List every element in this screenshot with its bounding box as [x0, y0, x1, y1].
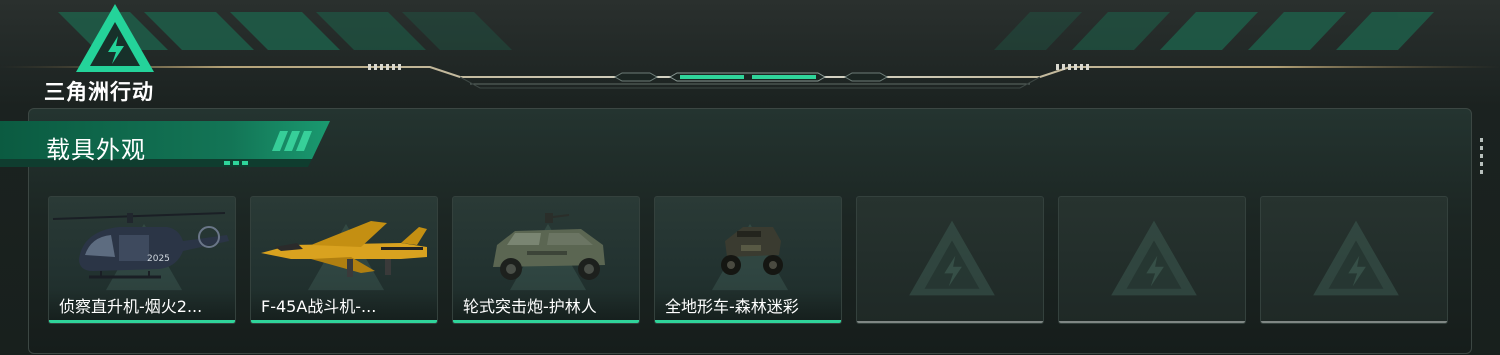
side-scroll-indicator [1480, 138, 1484, 178]
vehicle-card-armored-car[interactable]: 轮式突击炮-护林人 [452, 196, 640, 324]
header-decoration [0, 12, 1500, 89]
rarity-underline [655, 320, 841, 323]
rarity-underline [49, 320, 235, 323]
section-title: 载具外观 [46, 136, 146, 164]
vehicle-card-label: 轮式突击炮-护林人 [463, 297, 597, 316]
vehicle-card-fighter-jet[interactable]: F-45A战斗机-... [250, 196, 438, 324]
fighter-jet-icon [261, 221, 427, 277]
header-band: 三角洲行动 [0, 0, 1500, 104]
logo-text: 三角洲行动 [44, 80, 154, 104]
empty-underline [1059, 321, 1245, 323]
atv-icon [721, 227, 783, 275]
vehicle-card-label: 全地形车-森林迷彩 [665, 297, 799, 316]
empty-slot-icon [1313, 220, 1399, 296]
rarity-underline [251, 320, 437, 323]
empty-underline [1261, 321, 1447, 323]
empty-vehicle-slot[interactable] [856, 196, 1044, 324]
vehicle-card-helicopter[interactable]: 2025 侦察直升机-烟火2... [48, 196, 236, 324]
rarity-underline [453, 320, 639, 323]
armored-car-icon [493, 213, 605, 280]
delta-triangle-logo-icon [76, 4, 154, 72]
empty-underline [857, 321, 1043, 323]
empty-slot-icon [1111, 220, 1197, 296]
empty-slot-icon [909, 220, 995, 296]
empty-vehicle-slot[interactable] [1058, 196, 1246, 324]
vehicle-card-label: F-45A战斗机-... [261, 297, 377, 316]
empty-vehicle-slot[interactable] [1260, 196, 1448, 324]
helicopter-icon: 2025 [52, 212, 229, 279]
game-logo: 三角洲行动 [44, 2, 184, 104]
svg-text:2025: 2025 [147, 254, 170, 264]
vehicle-card-atv[interactable]: 全地形车-森林迷彩 [654, 196, 842, 324]
vehicle-card-label: 侦察直升机-烟火2... [59, 297, 203, 316]
